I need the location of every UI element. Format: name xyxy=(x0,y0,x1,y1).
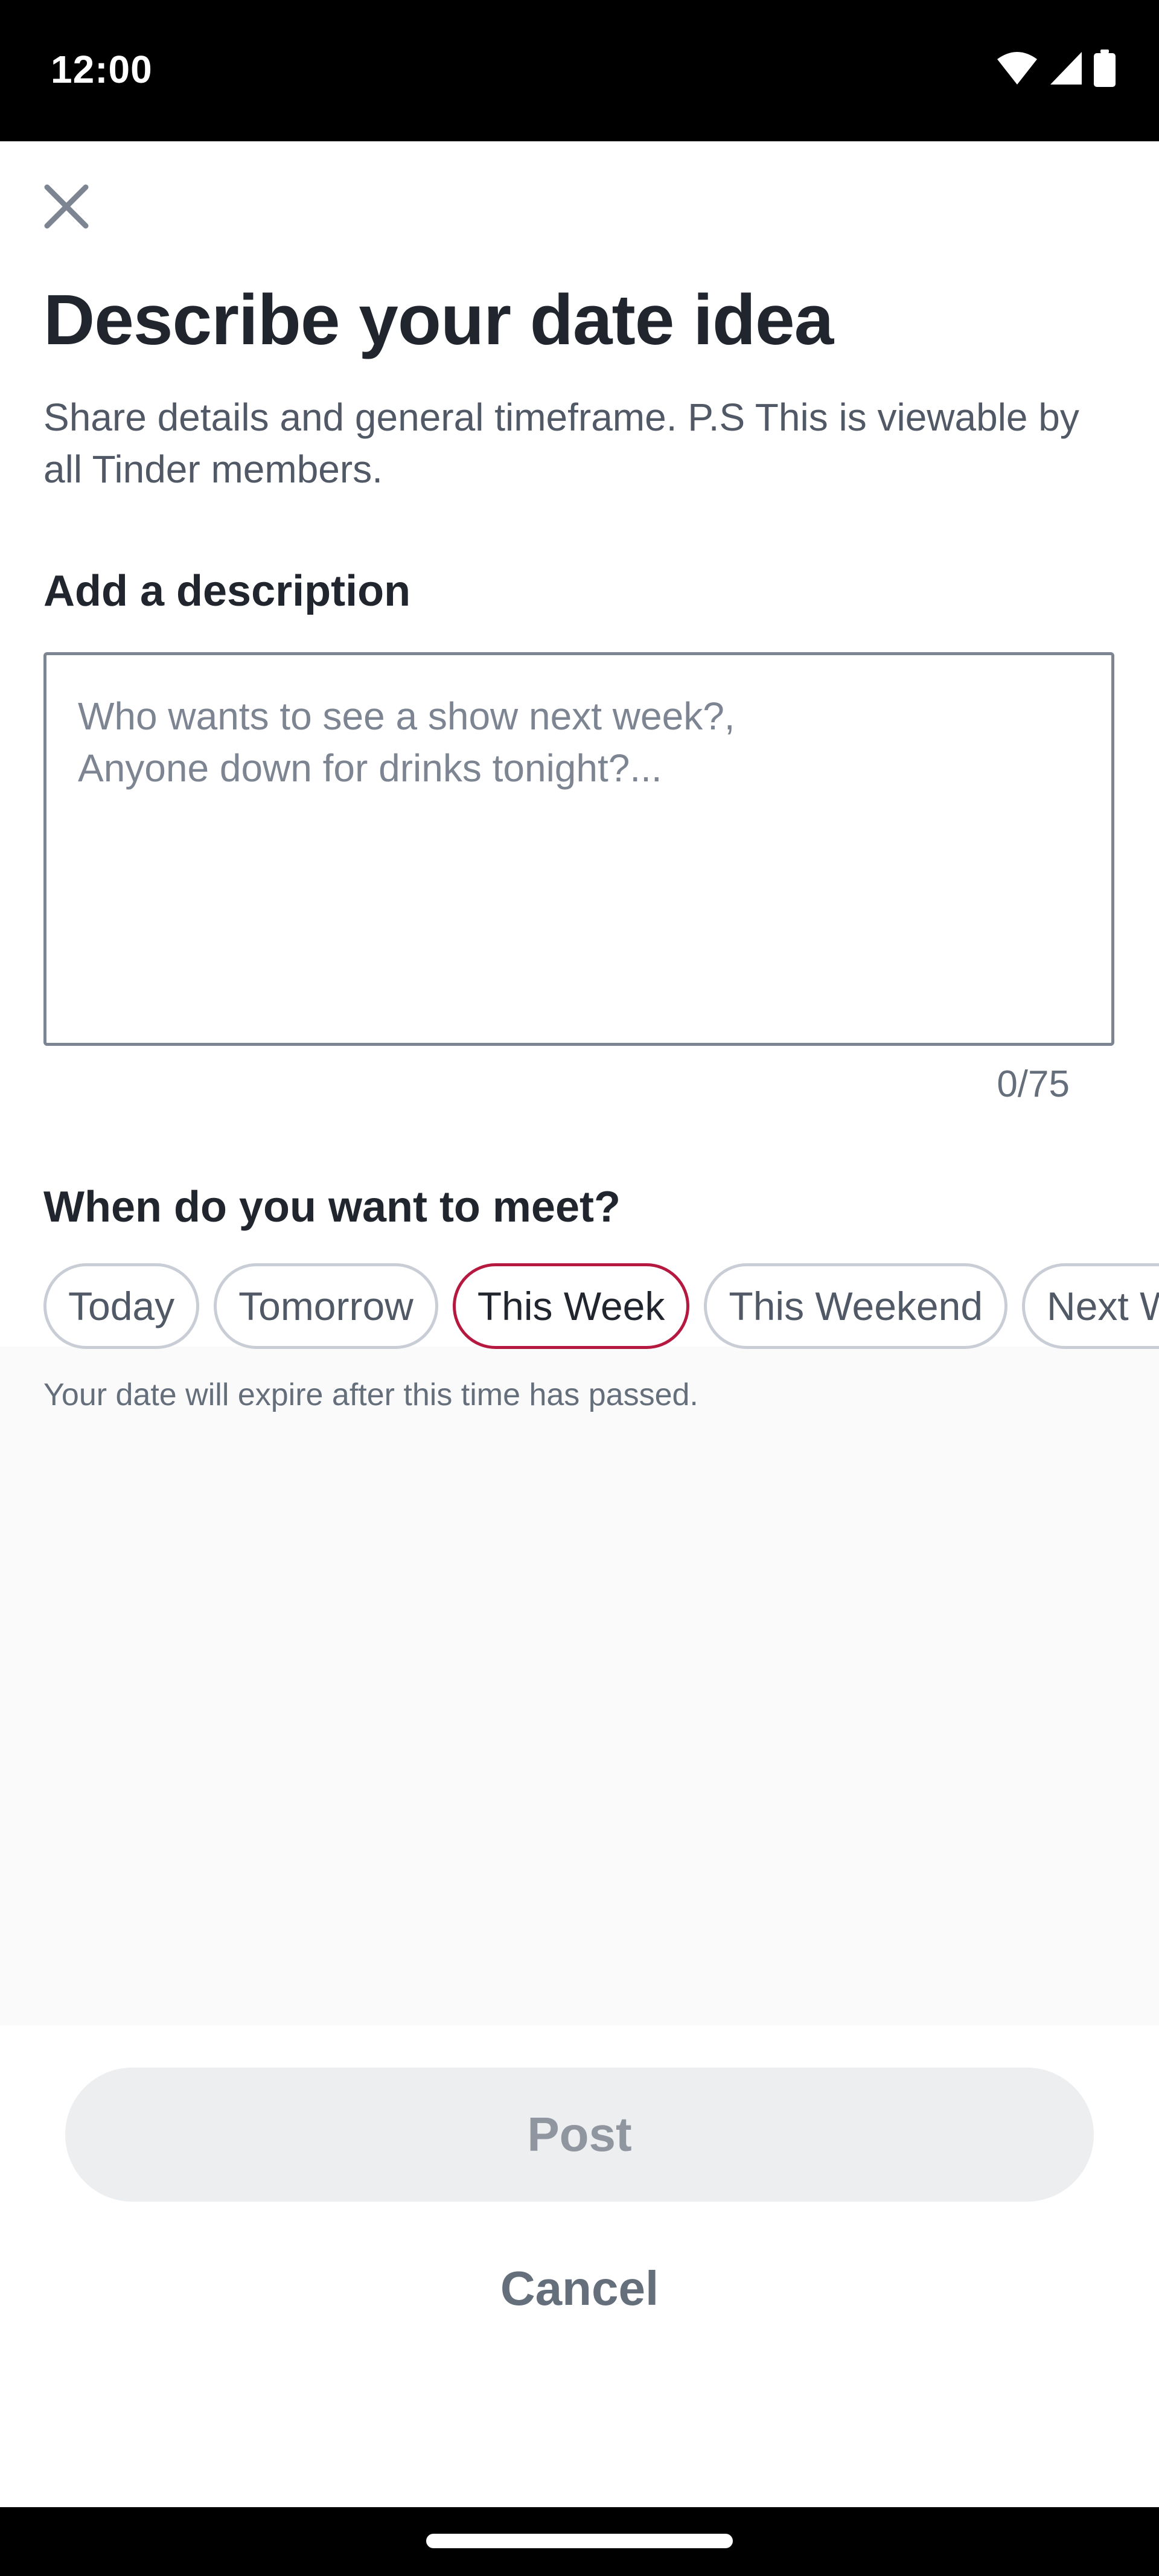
chip-next-week[interactable]: Next Week xyxy=(1022,1263,1159,1349)
character-counter: 0/75 xyxy=(997,1063,1070,1105)
description-label: Add a description xyxy=(43,567,411,615)
close-button[interactable] xyxy=(37,179,95,237)
meet-time-label: When do you want to meet? xyxy=(43,1183,621,1231)
wifi-icon xyxy=(996,51,1038,89)
options-background xyxy=(0,1347,1159,2025)
expiry-helper-text: Your date will expire after this time ha… xyxy=(43,1377,698,1412)
chip-this-weekend[interactable]: This Weekend xyxy=(704,1263,1008,1349)
chip-this-week[interactable]: This Week xyxy=(452,1263,690,1349)
create-date-screen: 12:00 Describe your date idea Share deta… xyxy=(0,0,1159,2576)
page-title: Describe your date idea xyxy=(43,280,834,360)
chip-today[interactable]: Today xyxy=(43,1263,200,1349)
navigation-bar xyxy=(0,2507,1159,2576)
status-time: 12:00 xyxy=(51,48,153,91)
status-bar: 12:00 xyxy=(0,0,1159,141)
battery-icon xyxy=(1094,49,1116,90)
post-button[interactable]: Post xyxy=(65,2068,1094,2202)
signal-icon xyxy=(1049,51,1083,89)
page-subtitle: Share details and general timeframe. P.S… xyxy=(43,396,1079,491)
description-input[interactable] xyxy=(46,655,1111,1043)
home-indicator[interactable] xyxy=(426,2534,733,2548)
cancel-button[interactable]: Cancel xyxy=(398,2252,761,2325)
close-icon xyxy=(43,184,89,232)
description-field[interactable] xyxy=(43,652,1114,1046)
chip-tomorrow[interactable]: Tomorrow xyxy=(214,1263,438,1349)
status-icons xyxy=(996,48,1116,91)
meet-time-options: Today Tomorrow This Week This Weekend Ne… xyxy=(43,1263,1159,1349)
